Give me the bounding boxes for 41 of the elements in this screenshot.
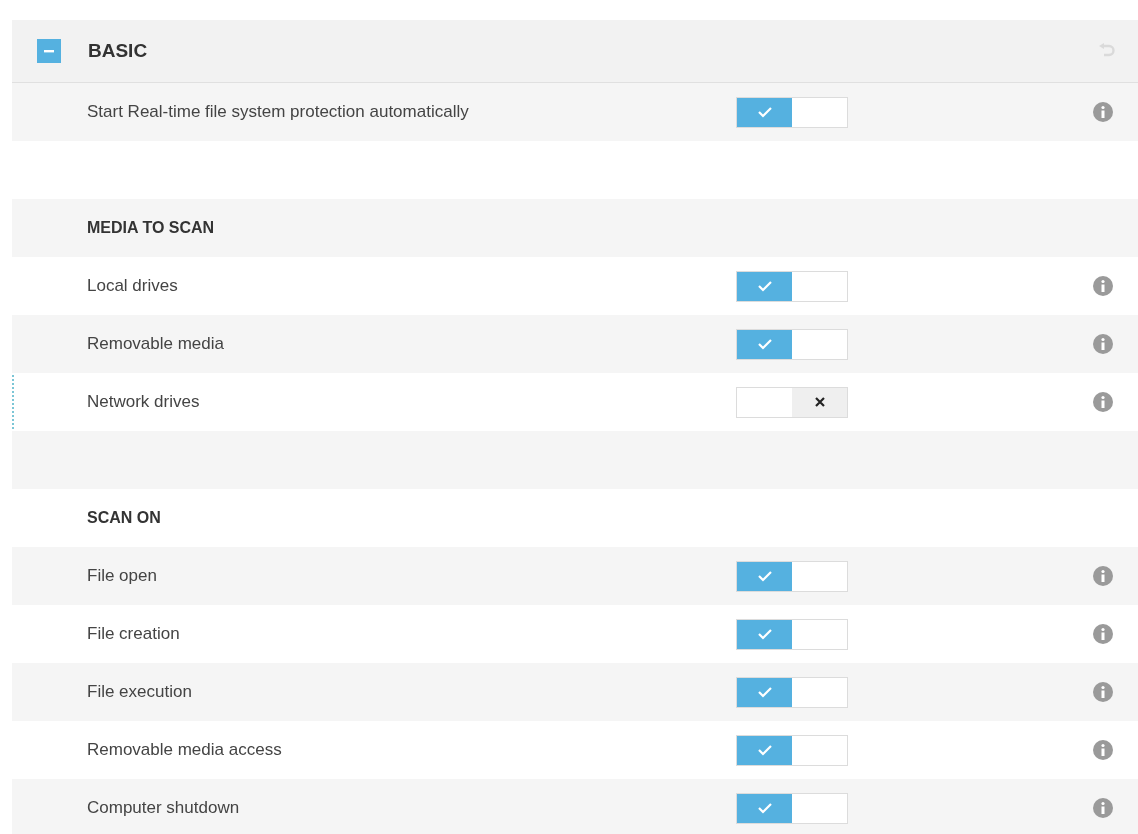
check-icon	[756, 686, 773, 698]
info-icon[interactable]	[1093, 102, 1113, 122]
info-icon[interactable]	[1093, 624, 1113, 644]
info-icon[interactable]	[1093, 334, 1113, 354]
check-icon	[756, 280, 773, 292]
setting-label: Start Real-time file system protection automatically	[87, 101, 469, 124]
setting-label: Removable media	[87, 333, 224, 356]
check-icon	[756, 106, 773, 118]
toggle-switch[interactable]	[736, 734, 848, 766]
setting-label: Computer shutdown	[87, 797, 240, 820]
info-icon[interactable]	[1093, 566, 1113, 586]
info-icon[interactable]	[1093, 740, 1113, 760]
group-heading: SCAN ON	[87, 508, 161, 528]
check-icon	[756, 628, 773, 640]
setting-label: Local drives	[87, 275, 178, 298]
setting-label: File creation	[87, 623, 180, 646]
toggle-switch[interactable]	[736, 676, 848, 708]
cross-icon	[813, 396, 826, 408]
setting-label: File open	[87, 565, 157, 588]
toggle-switch[interactable]	[736, 792, 848, 824]
collapse-button[interactable]	[37, 39, 61, 63]
check-icon	[756, 338, 773, 350]
info-icon[interactable]	[1093, 392, 1113, 412]
toggle-switch[interactable]	[736, 560, 848, 592]
group-heading: MEDIA TO SCAN	[87, 218, 215, 238]
setting-label: Network drives	[87, 391, 200, 414]
check-icon	[756, 744, 773, 756]
info-icon[interactable]	[1093, 798, 1113, 818]
info-icon[interactable]	[1093, 682, 1113, 702]
undo-icon[interactable]	[1098, 43, 1116, 59]
toggle-switch[interactable]	[736, 386, 848, 418]
toggle-switch[interactable]	[736, 270, 848, 302]
setting-label: Removable media access	[87, 739, 282, 762]
toggle-switch[interactable]	[736, 328, 848, 360]
toggle-switch[interactable]	[736, 618, 848, 650]
info-icon[interactable]	[1093, 276, 1113, 296]
toggle-switch[interactable]	[736, 96, 848, 128]
section-title: BASIC	[88, 38, 148, 63]
setting-label: File execution	[87, 681, 192, 704]
check-icon	[756, 802, 773, 814]
check-icon	[756, 570, 773, 582]
